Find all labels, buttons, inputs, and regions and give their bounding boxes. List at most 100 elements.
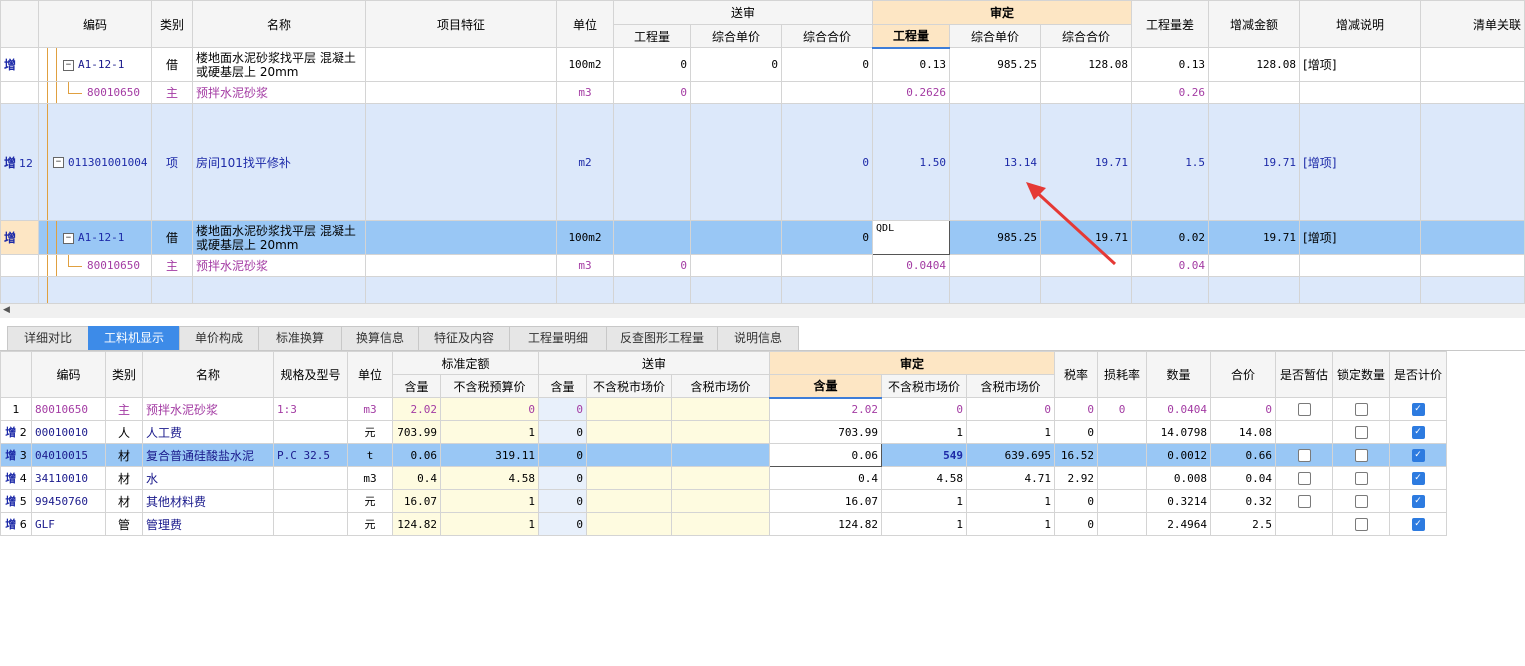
row-code[interactable]: GLF <box>31 512 106 536</box>
header-spec[interactable]: 规格及型号 <box>273 351 348 398</box>
row-is-priced-checkbox[interactable]: ✓ <box>1389 443 1447 467</box>
checkbox-icon[interactable] <box>1354 495 1368 508</box>
row-is-estimate-checkbox[interactable] <box>1275 512 1333 536</box>
row-audit-qty[interactable]: 0.2626 <box>872 81 951 104</box>
row-tax-rate[interactable]: 0 <box>1054 512 1098 536</box>
table-row-selected[interactable]: 增 3 04010015 材 复合普通硅酸盐水泥 P.C 32.5 t 0.06… <box>0 443 1447 467</box>
tab-standard-conversion[interactable]: 标准换算 <box>258 326 342 350</box>
row-name[interactable]: 预拌水泥砂浆 <box>192 81 366 104</box>
checkbox-icon[interactable] <box>1297 403 1311 416</box>
header-send-qty[interactable]: 工程量 <box>613 24 691 48</box>
row-change-note[interactable]: [增项] <box>1299 47 1422 82</box>
row-send-market-price-tax[interactable] <box>671 489 770 513</box>
checkbox-icon[interactable] <box>1354 449 1368 462</box>
header-change-note[interactable]: 增减说明 <box>1299 0 1422 48</box>
checkbox-checked-icon[interactable]: ✓ <box>1411 518 1425 531</box>
audit-qty-edit-input[interactable]: 0.06 <box>769 443 882 467</box>
row-send-market-price[interactable] <box>586 489 672 513</box>
row-loss-rate[interactable] <box>1097 489 1147 513</box>
header-feature[interactable]: 项目特征 <box>365 0 557 48</box>
row-loss-rate[interactable] <box>1097 512 1147 536</box>
collapse-icon[interactable]: − <box>63 232 74 244</box>
row-audit-market-price-tax[interactable]: 639.695 <box>966 443 1055 467</box>
row-send-market-price[interactable] <box>586 443 672 467</box>
header-amount-change[interactable]: 增减金额 <box>1208 0 1301 48</box>
horizontal-scrollbar[interactable]: ◀ <box>0 304 1525 318</box>
row-audit-qty[interactable]: 16.07 <box>769 489 882 513</box>
row-audit-qty[interactable]: 124.82 <box>769 512 882 536</box>
row-tax-rate[interactable]: 0 <box>1054 397 1098 421</box>
row-is-priced-checkbox[interactable]: ✓ <box>1389 397 1447 421</box>
header-category[interactable]: 类别 <box>151 0 193 48</box>
row-is-estimate-checkbox[interactable] <box>1275 489 1333 513</box>
checkbox-checked-icon[interactable]: ✓ <box>1411 472 1425 485</box>
row-spec[interactable] <box>273 512 348 536</box>
row-send-qty[interactable]: 0 <box>538 512 587 536</box>
row-name[interactable]: 水 <box>142 466 274 490</box>
row-list-link[interactable] <box>1420 47 1525 82</box>
row-code[interactable]: 99450760 <box>31 489 106 513</box>
row-send-qty[interactable] <box>613 220 691 255</box>
row-lock-quantity-checkbox[interactable] <box>1332 512 1390 536</box>
tab-detail-compare[interactable]: 详细对比 <box>7 326 89 350</box>
row-loss-rate[interactable] <box>1097 420 1147 444</box>
row-audit-market-price[interactable]: 1 <box>881 512 967 536</box>
checkbox-checked-icon[interactable]: ✓ <box>1411 449 1425 462</box>
row-name[interactable]: 人工费 <box>142 420 274 444</box>
row-spec[interactable] <box>273 466 348 490</box>
header-category[interactable]: 类别 <box>105 351 143 398</box>
row-send-market-price[interactable] <box>586 512 672 536</box>
header-send-total[interactable]: 综合合价 <box>780 24 874 48</box>
row-tax-rate[interactable]: 2.92 <box>1054 466 1098 490</box>
header-code[interactable]: 编码 <box>31 351 106 398</box>
row-send-qty[interactable]: 0 <box>613 47 691 82</box>
header-send-market-price-tax[interactable]: 含税市场价 <box>671 374 770 398</box>
table-row-empty[interactable] <box>0 276 1525 304</box>
header-unit[interactable]: 单位 <box>347 351 393 398</box>
row-is-estimate-checkbox[interactable] <box>1275 397 1333 421</box>
row-name[interactable]: 其他材料费 <box>142 489 274 513</box>
row-list-link[interactable] <box>1420 220 1525 255</box>
row-code[interactable]: −011301001004 <box>38 103 152 221</box>
checkbox-checked-icon[interactable]: ✓ <box>1411 495 1425 508</box>
row-audit-qty[interactable]: 1.50 <box>872 103 951 221</box>
table-row[interactable]: 增 2 00010010 人 人工费 元 703.99 1 0 703.99 1… <box>0 420 1447 444</box>
row-is-priced-checkbox[interactable]: ✓ <box>1389 512 1447 536</box>
row-audit-market-price-tax[interactable]: 0 <box>966 397 1055 421</box>
row-send-qty[interactable]: 0 <box>613 254 691 277</box>
row-audit-market-price-tax[interactable]: 4.71 <box>966 466 1055 490</box>
row-lock-quantity-checkbox[interactable] <box>1332 443 1390 467</box>
row-send-qty[interactable] <box>613 103 691 221</box>
row-audit-market-price[interactable]: 4.58 <box>881 466 967 490</box>
table-row[interactable]: 增 5 99450760 材 其他材料费 元 16.07 1 0 16.07 1… <box>0 489 1447 513</box>
header-send-qty[interactable]: 含量 <box>538 374 587 398</box>
row-tax-rate[interactable]: 16.52 <box>1054 443 1098 467</box>
header-count[interactable]: 数量 <box>1146 351 1211 398</box>
row-code[interactable]: 80010650 <box>38 81 152 104</box>
row-audit-market-price[interactable]: 0 <box>881 397 967 421</box>
tab-quantity-detail[interactable]: 工程量明细 <box>509 326 607 350</box>
row-name[interactable]: 房间101找平修补 <box>192 103 366 221</box>
row-feature[interactable] <box>365 254 557 277</box>
header-audit-qty[interactable]: 含量 <box>769 374 882 399</box>
row-audit-qty[interactable]: 0.13 <box>872 47 951 82</box>
row-change-note[interactable]: [增项] <box>1299 220 1422 255</box>
row-is-priced-checkbox[interactable]: ✓ <box>1389 489 1447 513</box>
row-send-qty[interactable]: 0 <box>538 420 587 444</box>
row-is-estimate-checkbox[interactable] <box>1275 443 1333 467</box>
row-name[interactable]: 复合普通硅酸盐水泥 <box>142 443 274 467</box>
row-code[interactable]: 80010650 <box>31 397 106 421</box>
checkbox-icon[interactable] <box>1354 403 1368 416</box>
scroll-left-icon[interactable]: ◀ <box>3 305 10 315</box>
row-name[interactable]: 预拌水泥砂浆 <box>192 254 366 277</box>
header-qty-diff[interactable]: 工程量差 <box>1131 0 1210 48</box>
header-audit-market-price-tax[interactable]: 含税市场价 <box>966 374 1055 398</box>
header-tax-rate[interactable]: 税率 <box>1054 351 1098 398</box>
row-name[interactable]: 管理费 <box>142 512 274 536</box>
row-is-priced-checkbox[interactable]: ✓ <box>1389 466 1447 490</box>
row-send-market-price-tax[interactable] <box>671 420 770 444</box>
header-audit-market-price[interactable]: 不含税市场价 <box>881 374 967 398</box>
table-row[interactable]: 80010650 主 预拌水泥砂浆 m3 0 0.0404 0.04 <box>0 254 1525 277</box>
row-audit-market-price-tax[interactable]: 1 <box>966 489 1055 513</box>
row-send-market-price-tax[interactable] <box>671 397 770 421</box>
